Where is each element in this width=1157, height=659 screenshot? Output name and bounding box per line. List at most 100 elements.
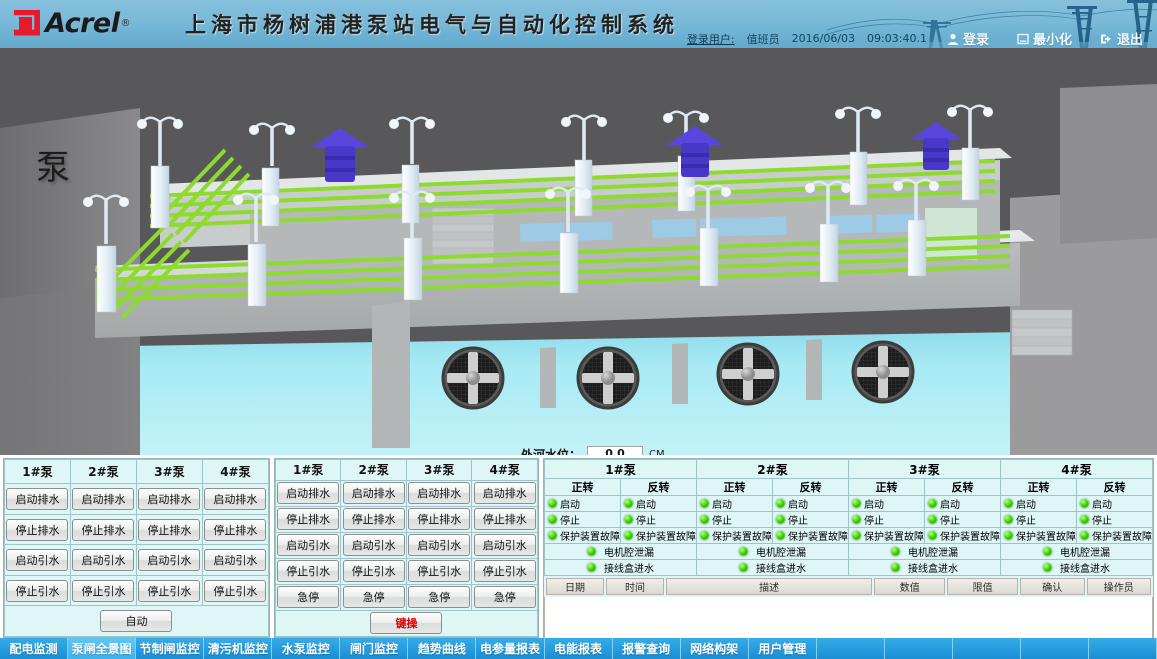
- stop-intake-pump1-button[interactable]: 停止引水: [6, 580, 68, 602]
- pump4-rev-stop-label: 停止: [1092, 512, 1112, 527]
- remote-start-intake-pump2-button[interactable]: 启动引水: [343, 534, 405, 556]
- pump3-rev-stop-label: 停止: [940, 512, 960, 527]
- brand-name: Acrel: [45, 8, 119, 39]
- auto-mode-button[interactable]: 自动: [100, 610, 172, 632]
- table-row: 启动引水 启动引水 启动引水 启动引水: [275, 532, 537, 558]
- start-intake-pump1-button[interactable]: 启动引水: [6, 549, 68, 571]
- remote-stop-intake-pump2-button[interactable]: 停止引水: [343, 560, 405, 582]
- minimize-button[interactable]: 最小化: [1009, 29, 1080, 48]
- stop-drain-pump2-button[interactable]: 停止排水: [72, 519, 134, 541]
- pump4-junction-water-label: 接线盒进水: [1060, 560, 1110, 575]
- led-indicator: [1080, 499, 1089, 508]
- start-drain-pump1-button[interactable]: 启动排水: [6, 488, 68, 510]
- key-operation-button[interactable]: 键操: [370, 612, 442, 634]
- led-indicator: [1004, 531, 1013, 540]
- login-button[interactable]: 登录: [939, 29, 997, 48]
- stop-intake-pump4-button[interactable]: 停止引水: [204, 580, 266, 602]
- alarm-col-description[interactable]: 描述: [666, 578, 872, 595]
- acrel-logo: Acrel ®: [14, 8, 130, 39]
- acrel-logo-icon: [14, 10, 42, 38]
- nav-tab-energy-report[interactable]: 电能报表: [545, 638, 613, 659]
- remote-start-drain-pump2-button[interactable]: 启动排水: [343, 482, 405, 504]
- pump-control-panel-local: 1#泵 2#泵 3#泵 4#泵 启动排水 启动排水 启动排水 启动排水 停止排水…: [3, 458, 270, 638]
- alarm-col-limit[interactable]: 限值: [947, 578, 1018, 595]
- pump2-motor-leak-label: 电机腔泄漏: [756, 544, 806, 559]
- start-intake-pump3-button[interactable]: 启动引水: [138, 549, 200, 571]
- nav-tab-trend-curves[interactable]: 趋势曲线: [408, 638, 476, 659]
- remote-stop-drain-pump2-button[interactable]: 停止排水: [343, 508, 405, 530]
- pump2-junction-water-label: 接线盒进水: [756, 560, 806, 575]
- stop-drain-pump1-button[interactable]: 停止排水: [6, 519, 68, 541]
- led-indicator: [852, 515, 861, 524]
- start-intake-pump2-button[interactable]: 启动引水: [72, 549, 134, 571]
- stop-intake-pump2-button[interactable]: 停止引水: [72, 580, 134, 602]
- led-indicator: [852, 499, 861, 508]
- exit-button[interactable]: 退出: [1092, 29, 1151, 48]
- remote-stop-intake-pump1-button[interactable]: 停止引水: [277, 560, 339, 582]
- login-user-value: 值班员: [747, 31, 780, 47]
- led-indicator: [548, 531, 557, 540]
- outer-river-level-value: 0.0: [587, 446, 643, 455]
- nav-tab-gate-monitoring[interactable]: 闸门监控: [340, 638, 408, 659]
- alarm-col-operator[interactable]: 操作员: [1087, 578, 1152, 595]
- start-intake-pump4-button[interactable]: 启动引水: [204, 549, 266, 571]
- nav-tab-control-gate-monitoring[interactable]: 节制闸监控: [136, 638, 204, 659]
- remote-start-intake-pump1-button[interactable]: 启动引水: [277, 534, 339, 556]
- start-drain-pump2-button[interactable]: 启动排水: [72, 488, 134, 510]
- nav-tab-station-overview[interactable]: 泵闸全景图: [68, 638, 136, 659]
- led-indicator: [700, 531, 709, 540]
- alarm-col-time[interactable]: 时间: [606, 578, 664, 595]
- alarm-col-confirm[interactable]: 确认: [1020, 578, 1084, 595]
- pump2-fwd-stop-label: 停止: [712, 512, 732, 527]
- estop-pump1-button[interactable]: 急停: [277, 586, 339, 608]
- app-header: Acrel ® 上海市杨树浦港泵站电气与自动化控制系统 登录用户: 值班员 20…: [0, 0, 1157, 48]
- remote-stop-drain-pump4-button[interactable]: 停止排水: [474, 508, 536, 530]
- login-button-label: 登录: [963, 29, 989, 48]
- led-indicator: [587, 563, 596, 572]
- remote-stop-intake-pump4-button[interactable]: 停止引水: [474, 560, 536, 582]
- alarm-table-body[interactable]: [544, 597, 1153, 641]
- alarm-col-value[interactable]: 数值: [874, 578, 945, 595]
- pump4-fwd-stop-label: 停止: [1016, 512, 1036, 527]
- estop-pump3-button[interactable]: 急停: [408, 586, 470, 608]
- remote-start-drain-pump3-button[interactable]: 启动排水: [408, 482, 470, 504]
- alarm-col-date[interactable]: 日期: [546, 578, 604, 595]
- water-level-readouts: 外河水位： 0.0 CM 内河水位： 0.0 CM: [503, 444, 665, 455]
- nav-tab-electrical-report[interactable]: 电参量报表: [476, 638, 544, 659]
- estop-pump2-button[interactable]: 急停: [343, 586, 405, 608]
- remote-stop-intake-pump3-button[interactable]: 停止引水: [408, 560, 470, 582]
- nav-tab-trash-cleaner-monitoring[interactable]: 清污机监控: [204, 638, 272, 659]
- table-row: 启动排水 启动排水 启动排水 启动排水: [5, 484, 269, 515]
- remote-stop-drain-pump3-button[interactable]: 停止排水: [408, 508, 470, 530]
- stop-drain-pump3-button[interactable]: 停止排水: [138, 519, 200, 541]
- nav-tab-empty-4: [1021, 638, 1089, 659]
- remote-start-drain-pump1-button[interactable]: 启动排水: [277, 482, 339, 504]
- remote-start-drain-pump4-button[interactable]: 启动排水: [474, 482, 536, 504]
- led-indicator: [891, 547, 900, 556]
- led-indicator: [624, 499, 633, 508]
- remote-stop-drain-pump1-button[interactable]: 停止排水: [277, 508, 339, 530]
- nav-tab-power-monitoring[interactable]: 配电监测: [0, 638, 68, 659]
- led-indicator: [1004, 515, 1013, 524]
- nav-tab-user-management[interactable]: 用户管理: [749, 638, 817, 659]
- remote-start-intake-pump3-button[interactable]: 启动引水: [408, 534, 470, 556]
- pump2-rev-fault-label: 保护装置故障: [788, 528, 848, 543]
- control-panel-1-col-2: 3#泵: [136, 460, 202, 484]
- status-pump-4-header: 4#泵: [1001, 460, 1153, 479]
- pump4-reverse-label: 反转: [1077, 479, 1153, 496]
- control-panel-1-header-row: 1#泵 2#泵 3#泵 4#泵: [5, 460, 269, 484]
- nav-tab-network-topology[interactable]: 网络构架: [681, 638, 749, 659]
- remote-start-intake-pump4-button[interactable]: 启动引水: [474, 534, 536, 556]
- nav-tab-alarm-query[interactable]: 报警查询: [613, 638, 681, 659]
- pump1-fwd-start-label: 启动: [560, 496, 580, 511]
- nav-tab-pump-monitoring[interactable]: 水泵监控: [272, 638, 340, 659]
- stop-drain-pump4-button[interactable]: 停止排水: [204, 519, 266, 541]
- led-indicator: [587, 547, 596, 556]
- pump2-fwd-start-label: 启动: [712, 496, 732, 511]
- led-indicator: [739, 547, 748, 556]
- start-drain-pump3-button[interactable]: 启动排水: [138, 488, 200, 510]
- estop-pump4-button[interactable]: 急停: [474, 586, 536, 608]
- stop-intake-pump3-button[interactable]: 停止引水: [138, 580, 200, 602]
- start-drain-pump4-button[interactable]: 启动排水: [204, 488, 266, 510]
- control-panel-1-col-1: 2#泵: [70, 460, 136, 484]
